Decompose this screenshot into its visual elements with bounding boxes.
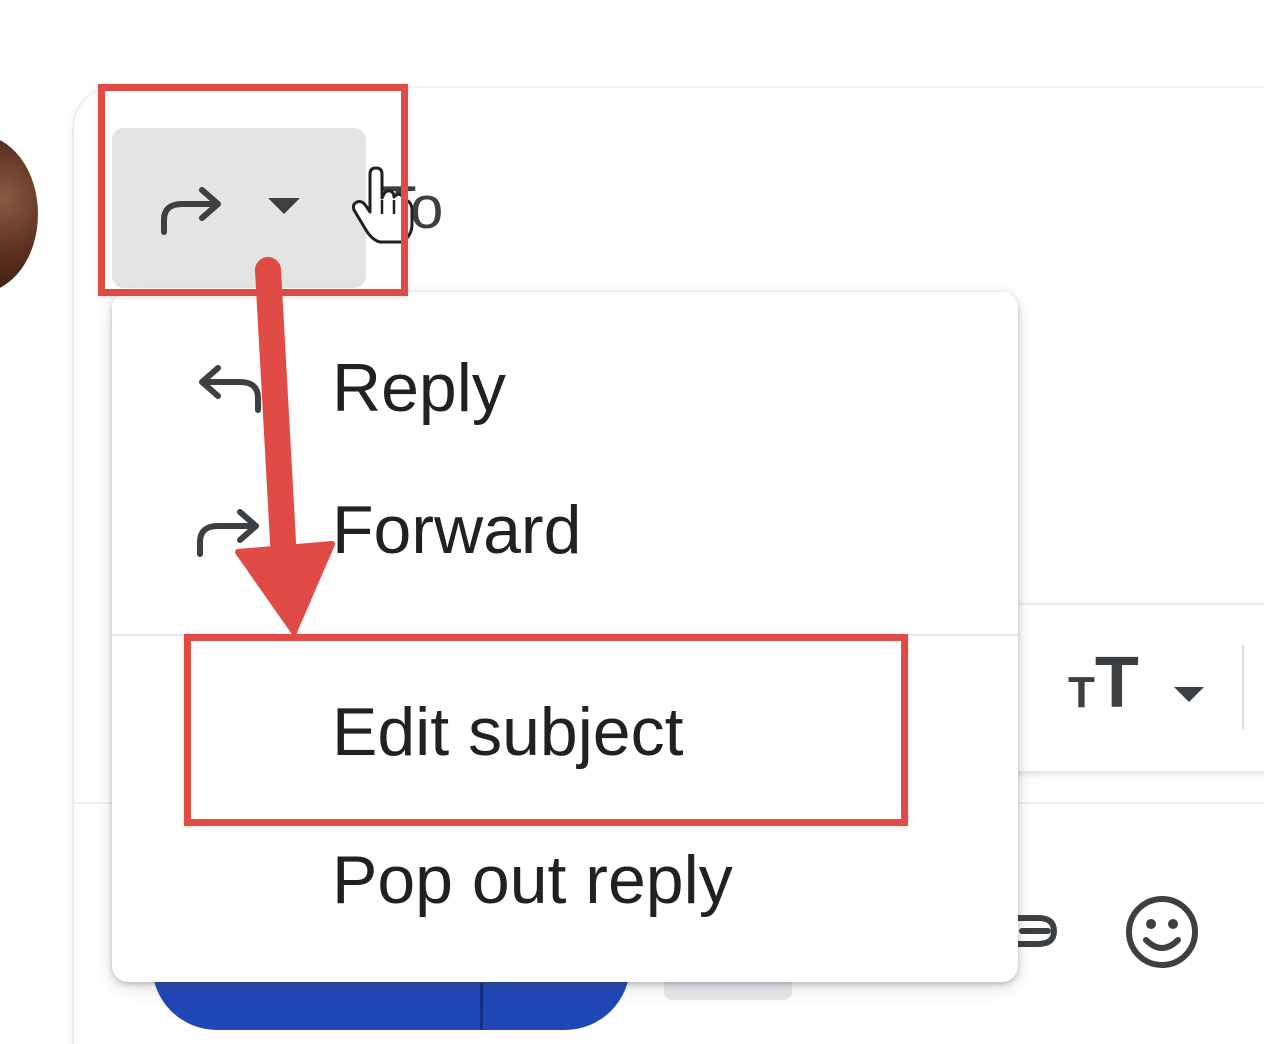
menu-item-pop-out-reply[interactable]: Pop out reply: [112, 820, 1018, 940]
screenshot-stage: To TT Repl: [0, 0, 1264, 1044]
annotation-highlight-edit-subject: [184, 634, 908, 826]
forward-icon: [197, 509, 259, 557]
emoji-icon[interactable]: [1124, 894, 1200, 970]
menu-item-label: Reply: [332, 350, 506, 426]
sender-avatar[interactable]: [0, 135, 38, 293]
menu-item-forward[interactable]: Forward: [112, 470, 1018, 590]
toolbar-divider: [1242, 645, 1244, 729]
menu-item-label: Pop out reply: [332, 842, 733, 918]
text-size-icon[interactable]: TT: [1068, 647, 1139, 719]
reply-icon: [199, 365, 261, 413]
formatting-toolbar: TT: [1010, 603, 1264, 771]
menu-item-label: Forward: [332, 492, 582, 568]
menu-item-reply[interactable]: Reply: [112, 328, 1018, 448]
text-size-caret-icon[interactable]: [1172, 683, 1206, 705]
annotation-highlight-reply-type-button: [98, 84, 408, 296]
